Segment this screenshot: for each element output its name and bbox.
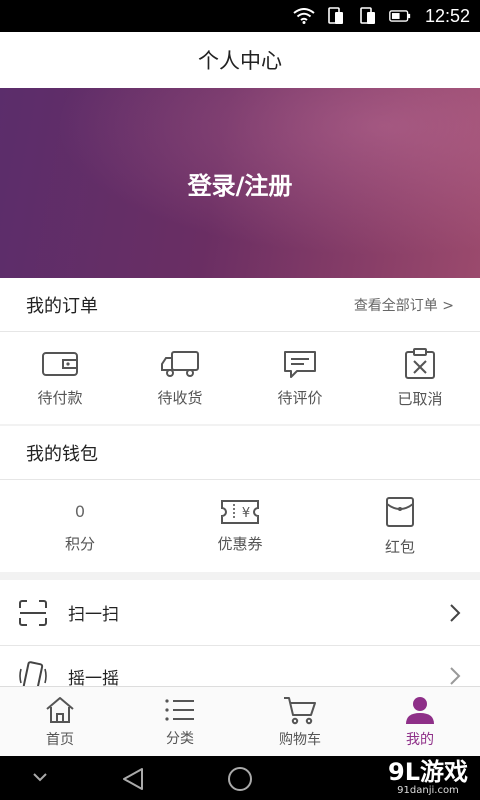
truck-icon [161,350,199,377]
status-time: 12:52 [424,5,470,26]
scan-icon [19,599,47,626]
nav-collapse-chevron-icon[interactable] [30,770,50,789]
points-value: 0 [74,501,86,521]
wallet-coupons[interactable]: ¥ 优惠券 [160,480,320,572]
tab-cart-label: 购物车 [279,731,321,748]
list-item-shake-label: 摇一摇 [68,668,119,689]
coupon-yen-glyph: ¥ [242,506,250,521]
order-cancelled-label: 已取消 [397,389,443,408]
wallet-section: 我的钱包 0 积分 ¥ 优惠券 红包 [0,426,480,572]
list-item-scan-label: 扫一扫 [68,605,119,625]
orders-section: 我的订单 查看全部订单 > 待付款 待收货 待评价 已取消 [0,278,480,424]
battery-icon [389,7,411,25]
order-pending-review-label: 待评价 [277,388,323,407]
home-icon [46,696,74,723]
order-pending-review[interactable]: 待评价 [240,332,360,424]
orders-title: 我的订单 [26,295,98,317]
tab-cart[interactable]: 购物车 [240,687,360,756]
cart-icon [284,696,316,724]
tab-categories[interactable]: 分类 [120,687,240,756]
order-cancelled[interactable]: 已取消 [360,332,480,424]
watermark-logo: 9L游戏 91danji.com [388,752,468,796]
comment-icon [284,350,316,378]
wallet-points[interactable]: 0 积分 [0,480,160,572]
list-icon [165,698,194,721]
sim-card-2-icon [357,7,379,25]
wallet-title: 我的钱包 [26,443,98,465]
page-header: 个人中心 [0,32,480,88]
wallet-grid: 0 积分 ¥ 优惠券 红包 [0,480,480,572]
wifi-icon [293,7,315,25]
tab-home[interactable]: 首页 [0,687,120,756]
red-envelope-label: 红包 [384,537,415,556]
points-label: 积分 [64,534,95,553]
wallet-red-envelope[interactable]: 红包 [320,480,480,572]
tab-home-label: 首页 [46,731,74,748]
wallet-header: 我的钱包 [0,426,480,480]
coupons-label: 优惠券 [217,534,263,553]
user-icon [406,696,434,724]
order-status-grid: 待付款 待收货 待评价 已取消 [0,332,480,424]
bottom-tab-bar: 首页 分类 购物车 我的 [0,686,480,756]
nav-home-icon[interactable] [227,766,253,796]
order-pending-delivery[interactable]: 待收货 [120,332,240,424]
red-envelope-icon [386,496,414,527]
page-title: 个人中心 [198,49,282,73]
watermark-domain: 91danji.com [397,785,459,796]
orders-header: 我的订单 查看全部订单 > [0,278,480,332]
login-banner: 登录/注册 [0,88,480,278]
list-item-scan[interactable]: 扫一扫 [0,580,480,646]
sim-card-icon [325,7,347,25]
order-pending-payment[interactable]: 待付款 [0,332,120,424]
coupon-icon: ¥ [221,499,259,524]
chevron-right-icon [450,667,461,685]
watermark-brand: 9L游戏 [388,758,468,786]
wallet-icon [42,351,78,376]
cancel-clipboard-icon [405,347,435,379]
chevron-right-icon [450,603,461,622]
nav-back-icon[interactable] [120,766,146,796]
order-pending-delivery-label: 待收货 [157,388,203,407]
view-all-orders-link[interactable]: 查看全部订单 > [354,295,454,315]
tab-categories-label: 分类 [166,730,194,747]
login-register-button[interactable]: 登录/注册 [188,166,293,201]
order-pending-payment-label: 待付款 [37,388,83,407]
tab-profile[interactable]: 我的 [360,687,480,756]
status-bar: 12:52 [0,0,480,32]
tab-profile-label: 我的 [406,731,434,748]
